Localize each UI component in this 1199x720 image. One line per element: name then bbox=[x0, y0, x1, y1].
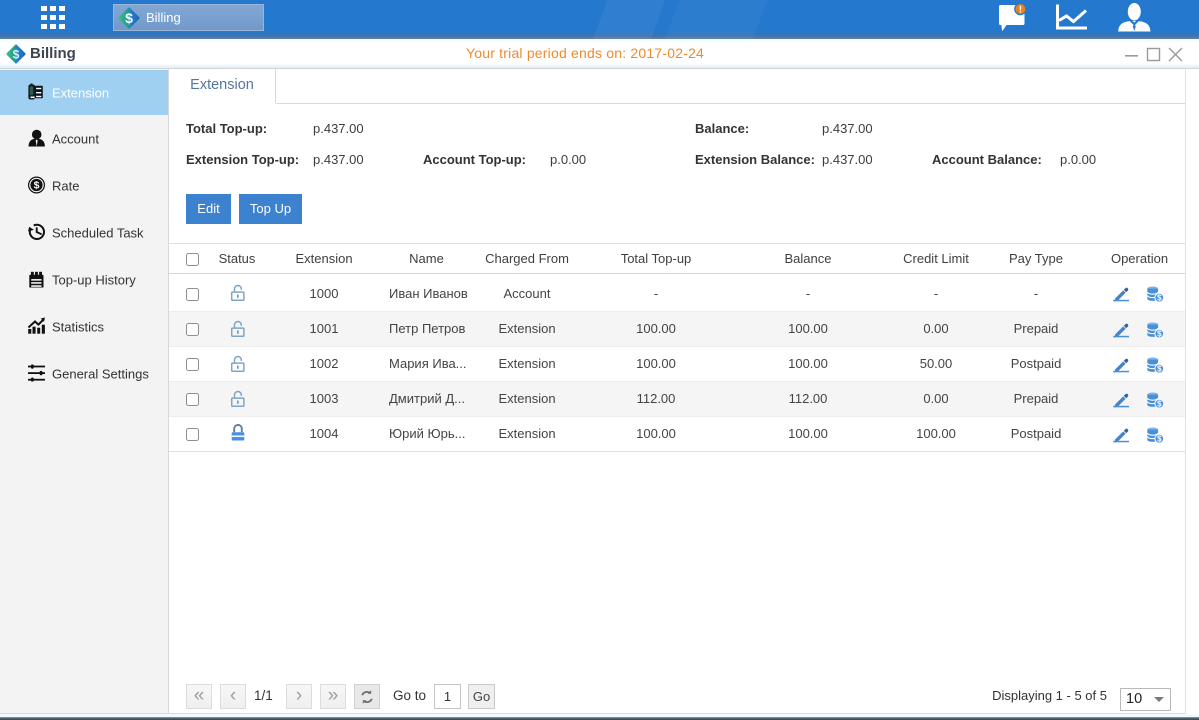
svg-text:$: $ bbox=[125, 10, 133, 26]
svg-text:$: $ bbox=[13, 48, 20, 62]
svg-text:$: $ bbox=[34, 180, 40, 192]
svg-text:!: ! bbox=[1019, 5, 1022, 16]
